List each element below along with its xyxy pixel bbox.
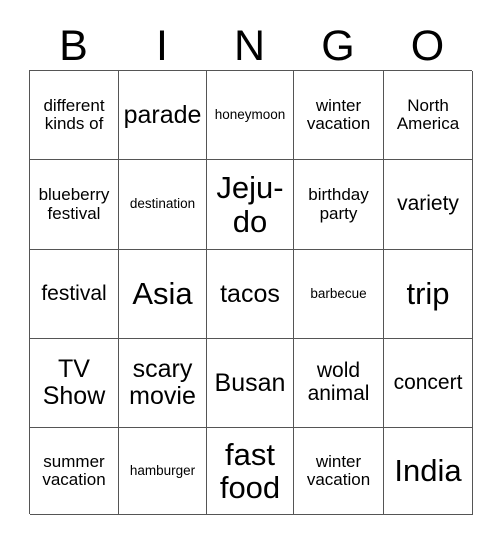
- bingo-cell[interactable]: Asia: [119, 250, 207, 339]
- bingo-cell[interactable]: winter vacation: [294, 71, 384, 160]
- bingo-cell[interactable]: blueberry festival: [30, 160, 119, 250]
- bingo-cell-label: North America: [396, 95, 460, 133]
- bingo-cell-label: wold animal: [307, 359, 370, 405]
- bingo-cell-label: birthday party: [308, 185, 369, 223]
- bingo-header-letter-o: O: [410, 22, 445, 70]
- bingo-cell-label: winter vacation: [306, 95, 371, 133]
- bingo-cell-label: Asia: [132, 276, 193, 312]
- bingo-header-letter-b: B: [59, 22, 88, 70]
- bingo-header-letter-i: I: [156, 22, 168, 70]
- bingo-cell-label: Busan: [214, 368, 286, 397]
- bingo-cell-label: summer vacation: [42, 451, 106, 489]
- bingo-cell[interactable]: summer vacation: [30, 428, 119, 515]
- bingo-cell[interactable]: TV Show: [30, 339, 119, 428]
- bingo-cell-label: destination: [129, 196, 196, 212]
- bingo-cell[interactable]: honeymoon: [207, 71, 294, 160]
- bingo-cell-label: different kinds of: [43, 95, 105, 133]
- bingo-cell-label: hamburger: [129, 462, 196, 478]
- bingo-cell[interactable]: barbecue: [294, 250, 384, 339]
- bingo-cell[interactable]: wold animal: [294, 339, 384, 428]
- bingo-cell[interactable]: North America: [384, 71, 473, 160]
- bingo-cell[interactable]: parade: [119, 71, 207, 160]
- bingo-cell-label: fast food: [219, 436, 281, 505]
- bingo-cell[interactable]: birthday party: [294, 160, 384, 250]
- bingo-header-row: B I N G O: [29, 14, 472, 70]
- bingo-cell[interactable]: trip: [384, 250, 473, 339]
- bingo-cell-label: scary movie: [129, 355, 196, 410]
- bingo-cell-label: TV Show: [42, 355, 106, 410]
- bingo-grid: different kinds of parade honeymoon winter …: [29, 70, 473, 515]
- bingo-cell-label: parade: [123, 100, 202, 129]
- bingo-cell-label: winter vacation: [306, 451, 371, 489]
- bingo-cell-label: barbecue: [310, 285, 367, 301]
- bingo-cell[interactable]: India: [384, 428, 473, 515]
- bingo-header-letter-n: N: [233, 22, 266, 70]
- bingo-cell[interactable]: destination: [119, 160, 207, 250]
- bingo-cell[interactable]: hamburger: [119, 428, 207, 515]
- bingo-cell-label: blueberry festival: [38, 185, 110, 223]
- bingo-cell[interactable]: festival: [30, 250, 119, 339]
- bingo-cell-label: honeymoon: [214, 106, 286, 122]
- bingo-cell-label: festival: [41, 281, 107, 305]
- bingo-cell[interactable]: Jeju-do: [207, 160, 294, 250]
- bingo-cell[interactable]: concert: [384, 339, 473, 428]
- bingo-card: B I N G O different kinds of parade honeym…: [0, 0, 500, 544]
- bingo-cell[interactable]: scary movie: [119, 339, 207, 428]
- bingo-cell-label: variety: [397, 192, 459, 216]
- bingo-cell-label: Jeju-do: [216, 170, 284, 239]
- bingo-cell[interactable]: fast food: [207, 428, 294, 515]
- bingo-cell[interactable]: variety: [384, 160, 473, 250]
- bingo-cell[interactable]: Busan: [207, 339, 294, 428]
- bingo-cell[interactable]: winter vacation: [294, 428, 384, 515]
- bingo-cell-label: trip: [406, 276, 450, 312]
- bingo-header-letter-g: G: [321, 22, 355, 70]
- bingo-cell-label: tacos: [220, 279, 280, 308]
- bingo-cell-label: India: [394, 453, 462, 489]
- bingo-cell-label: concert: [393, 370, 463, 394]
- bingo-cell[interactable]: tacos: [207, 250, 294, 339]
- bingo-cell[interactable]: different kinds of: [30, 71, 119, 160]
